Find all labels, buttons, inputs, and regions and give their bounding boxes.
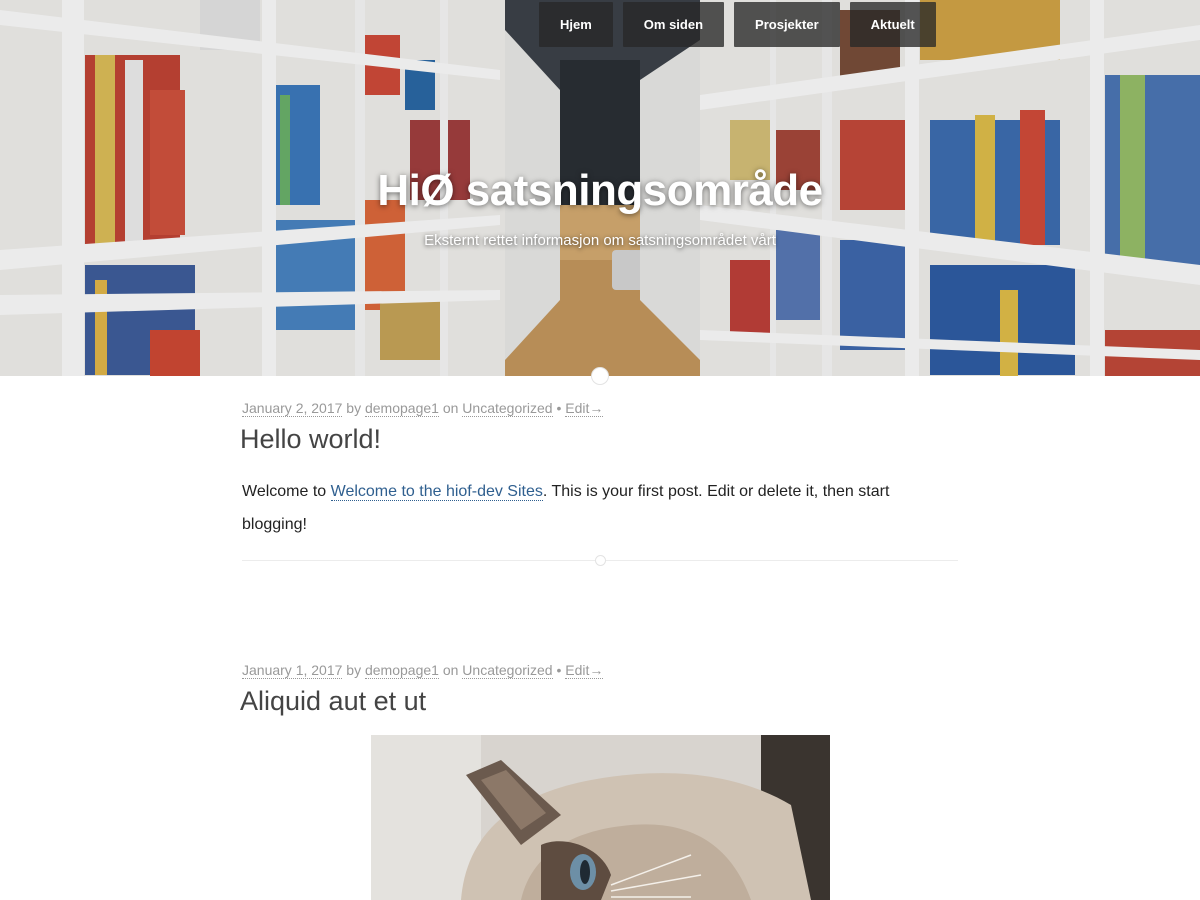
separator-dot: [595, 555, 606, 566]
site-title[interactable]: HiØ satsningsområde: [0, 166, 1200, 216]
post-title[interactable]: Hello world!: [240, 424, 960, 455]
post-body-link[interactable]: Welcome to the hiof-dev Sites: [330, 483, 543, 501]
meta-on-text: on: [442, 400, 459, 416]
post-author-link[interactable]: demopage1: [364, 662, 439, 679]
post-meta: January 1, 2017 by demopage1 on Uncatego…: [242, 662, 960, 679]
meta-by-text: by: [346, 400, 362, 416]
post-date-link[interactable]: January 1, 2017: [242, 662, 343, 679]
meta-bullet: •: [556, 662, 562, 678]
header-divider-dot: [591, 367, 609, 385]
main-nav: Hjem Om siden Prosjekter Aktuelt: [539, 2, 936, 47]
meta-by-text: by: [346, 662, 362, 678]
site-description: Eksternt rettet informasjon om satsnings…: [424, 232, 776, 249]
post-edit-link[interactable]: Edit→: [565, 400, 604, 417]
nav-item-om-siden[interactable]: Om siden: [622, 2, 725, 47]
post-body-prefix: Welcome to: [242, 483, 331, 500]
post-featured-image: [371, 735, 830, 900]
post-aliquid: January 1, 2017 by demopage1 on Uncatego…: [240, 662, 960, 717]
post-separator: [242, 555, 958, 566]
post-hello-world: January 2, 2017 by demopage1 on Uncatego…: [240, 400, 960, 566]
post-body: Welcome to Welcome to the hiof-dev Sites…: [242, 475, 952, 541]
post-category-link[interactable]: Uncategorized: [462, 662, 553, 679]
post-author-link[interactable]: demopage1: [364, 400, 439, 417]
post-category-link[interactable]: Uncategorized: [462, 400, 553, 417]
nav-item-prosjekter[interactable]: Prosjekter: [734, 2, 840, 47]
cat-photo: [371, 735, 830, 900]
meta-on-text: on: [442, 662, 459, 678]
nav-item-aktuelt[interactable]: Aktuelt: [849, 2, 936, 47]
post-meta: January 2, 2017 by demopage1 on Uncatego…: [242, 400, 960, 417]
nav-item-hjem[interactable]: Hjem: [539, 2, 613, 47]
post-edit-link[interactable]: Edit→: [565, 662, 604, 679]
post-date-link[interactable]: January 2, 2017: [242, 400, 343, 417]
site-header: Hjem Om siden Prosjekter Aktuelt HiØ sat…: [0, 0, 1200, 376]
meta-bullet: •: [556, 400, 562, 416]
post-title[interactable]: Aliquid aut et ut: [240, 686, 960, 717]
